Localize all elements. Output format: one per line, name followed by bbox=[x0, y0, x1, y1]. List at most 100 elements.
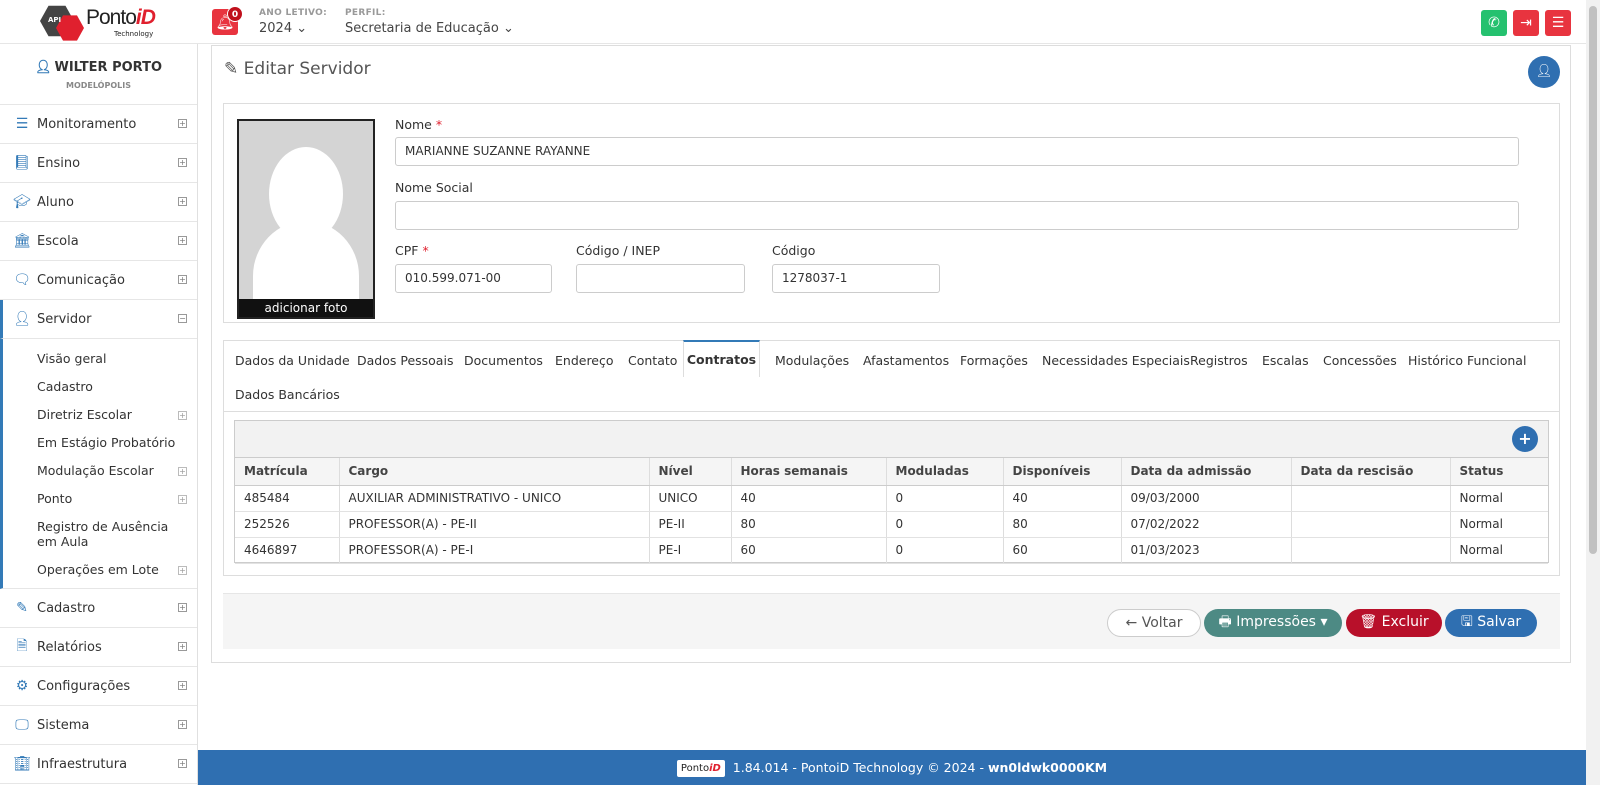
submenu-ponto[interactable]: Ponto + bbox=[3, 485, 197, 513]
footer-logo: PontoiD bbox=[676, 760, 725, 777]
personal-form: adicionar foto Nome * MARIANNE SUZANNE R… bbox=[223, 103, 1560, 323]
footer-bar: PontoiD 1.84.014 - PontoiD Technology © … bbox=[198, 750, 1586, 785]
floppy-disk-icon: 🖫︎ bbox=[1460, 614, 1473, 630]
plus-icon: + bbox=[1518, 429, 1532, 448]
col-nivel[interactable]: Nível bbox=[649, 458, 732, 486]
edit-panel: ✎ Editar Servidor 👤︎ adicionar foto Nome… bbox=[211, 45, 1571, 663]
sidebar-item-escola[interactable]: 🏛︎ Escola + bbox=[0, 222, 197, 261]
sidebar-item-infraestrutura[interactable]: 🏢︎ Infraestrutura + bbox=[0, 745, 197, 784]
submenu-registro-ausencia[interactable]: Registro de Ausência em Aula bbox=[3, 513, 197, 556]
add-photo-caption: adicionar foto bbox=[239, 299, 373, 317]
codigo-field[interactable]: 1278037-1 bbox=[772, 264, 940, 293]
tab-endereco[interactable]: Endereço bbox=[555, 353, 614, 368]
cell-disponiveis: 80 bbox=[1003, 511, 1122, 538]
sidebar-item-relatorios[interactable]: 🗎︎ Relatórios + bbox=[0, 628, 197, 667]
graduation-cap-icon: 🎓︎ bbox=[13, 194, 31, 210]
profile-select[interactable]: Secretaria de Educação ⌄ bbox=[345, 21, 514, 36]
scrollbar-thumb[interactable] bbox=[1589, 6, 1597, 554]
cell-matricula: 485484 bbox=[235, 485, 340, 512]
year-select[interactable]: 2024 ⌄ bbox=[259, 21, 307, 36]
cpf-field[interactable]: 010.599.071-00 bbox=[395, 264, 552, 293]
chevron-down-icon: ⌄ bbox=[502, 21, 514, 36]
cell-horas: 60 bbox=[731, 537, 887, 564]
cell-status: Normal bbox=[1450, 511, 1548, 538]
col-data-rescisao[interactable]: Data da rescisão bbox=[1291, 458, 1451, 486]
tab-dados-bancarios[interactable]: Dados Bancários bbox=[235, 387, 340, 402]
printer-icon: 🖶︎ bbox=[1218, 614, 1232, 630]
table-row[interactable]: 485484 AUXILIAR ADMINISTRATIVO - UNICO U… bbox=[235, 485, 1548, 512]
gear-icon: ⚙︎ bbox=[15, 678, 29, 694]
menu-button[interactable]: ☰ bbox=[1545, 10, 1571, 36]
tab-documentos[interactable]: Documentos bbox=[464, 353, 543, 368]
logo-brand: PontoiD bbox=[86, 6, 156, 29]
table-row[interactable]: 252526 PROFESSOR(A) - PE-II PE-II 80 0 8… bbox=[235, 511, 1548, 538]
table-row[interactable]: 4646897 PROFESSOR(A) - PE-I PE-I 60 0 60… bbox=[235, 537, 1548, 564]
whatsapp-icon: ✆ bbox=[1488, 15, 1500, 31]
sidebar-item-ensino[interactable]: 📘︎ Ensino + bbox=[0, 144, 197, 183]
expand-icon: + bbox=[178, 642, 187, 651]
sidebar-item-cadastro[interactable]: ✎ Cadastro + bbox=[0, 589, 197, 628]
logout-button[interactable]: ⇥ bbox=[1513, 10, 1539, 36]
tab-concessoes[interactable]: Concessões bbox=[1323, 353, 1397, 368]
col-status[interactable]: Status bbox=[1450, 458, 1548, 486]
tab-contratos[interactable]: Contratos bbox=[683, 340, 760, 377]
col-moduladas[interactable]: Moduladas bbox=[886, 458, 1004, 486]
cell-horas: 80 bbox=[731, 511, 887, 538]
sliders-icon: ☰ bbox=[15, 116, 29, 132]
submenu-estagio-probatorio[interactable]: Em Estágio Probatório bbox=[3, 429, 197, 457]
user-icon: 👤︎ bbox=[1535, 64, 1553, 79]
sidebar-item-servidor[interactable]: 👤︎ Servidor − bbox=[0, 300, 197, 339]
tab-formacoes[interactable]: Formações bbox=[960, 353, 1028, 368]
chevron-down-icon: ⌄ bbox=[296, 21, 308, 36]
sidebar-item-configuracoes[interactable]: ⚙︎ Configurações + bbox=[0, 667, 197, 706]
page-scrollbar[interactable] bbox=[1586, 0, 1600, 785]
user-name[interactable]: 👤︎ WILTER PORTO bbox=[0, 60, 197, 75]
tab-dados-pessoais[interactable]: Dados Pessoais bbox=[357, 353, 453, 368]
user-profile-button[interactable]: 👤︎ bbox=[1528, 56, 1560, 88]
col-horas-semanais[interactable]: Horas semanais bbox=[731, 458, 887, 486]
save-button[interactable]: 🖫︎ Salvar bbox=[1445, 609, 1537, 637]
year-label: ANO LETIVO: bbox=[259, 8, 328, 18]
sidebar-item-monitoramento[interactable]: ☰ Monitoramento + bbox=[0, 105, 197, 144]
tab-dados-unidade[interactable]: Dados da Unidade bbox=[235, 353, 350, 368]
print-button[interactable]: 🖶︎ Impressões ▾ bbox=[1204, 609, 1342, 637]
photo-upload[interactable]: adicionar foto bbox=[237, 119, 375, 319]
delete-button[interactable]: 🗑︎ Excluir bbox=[1346, 609, 1442, 637]
submenu-modulacao-escolar[interactable]: Modulação Escolar + bbox=[3, 457, 197, 485]
back-button[interactable]: ← Voltar bbox=[1107, 609, 1201, 637]
whatsapp-button[interactable]: ✆ bbox=[1481, 10, 1507, 36]
ponto-id-logo[interactable]: API PontoiD Technology bbox=[36, 0, 160, 43]
sidebar-item-comunicacao[interactable]: 🗨︎ Comunicação + bbox=[0, 261, 197, 300]
nome-label: Nome * bbox=[395, 117, 443, 132]
tab-contato[interactable]: Contato bbox=[628, 353, 677, 368]
sidebar-item-aluno[interactable]: 🎓︎ Aluno + bbox=[0, 183, 197, 222]
bank-icon: 🏛︎ bbox=[13, 233, 31, 249]
cell-status: Normal bbox=[1450, 537, 1548, 564]
submenu-operacoes-lote[interactable]: Operações em Lote + bbox=[3, 556, 197, 584]
sidebar: 👤︎ WILTER PORTO MODELÓPOLIS ☰ Monitorament… bbox=[0, 44, 198, 785]
tab-registros[interactable]: Registros bbox=[1190, 353, 1248, 368]
col-cargo[interactable]: Cargo bbox=[339, 458, 650, 486]
expand-icon: + bbox=[178, 681, 187, 690]
tab-escalas[interactable]: Escalas bbox=[1262, 353, 1309, 368]
submenu-cadastro[interactable]: Cadastro bbox=[3, 373, 197, 401]
nome-social-field[interactable] bbox=[395, 201, 1519, 230]
file-icon: 🗎︎ bbox=[16, 638, 28, 654]
inep-field[interactable] bbox=[576, 264, 745, 293]
tab-modulacoes[interactable]: Modulações bbox=[775, 353, 849, 368]
submenu-diretriz-escolar[interactable]: Diretriz Escolar + bbox=[3, 401, 197, 429]
tab-afastamentos[interactable]: Afastamentos bbox=[863, 353, 949, 368]
submenu-visao-geral[interactable]: Visão geral bbox=[3, 345, 197, 373]
tab-historico-funcional[interactable]: Histórico Funcional bbox=[1408, 353, 1526, 368]
col-matricula[interactable]: Matrícula bbox=[235, 458, 340, 486]
cell-matricula: 4646897 bbox=[235, 537, 340, 564]
arrow-left-icon: ← bbox=[1125, 615, 1138, 631]
sign-out-icon: ⇥ bbox=[1520, 15, 1532, 31]
col-disponiveis[interactable]: Disponíveis bbox=[1003, 458, 1122, 486]
col-data-admissao[interactable]: Data da admissão bbox=[1121, 458, 1292, 486]
nome-field[interactable]: MARIANNE SUZANNE RAYANNE bbox=[395, 137, 1519, 166]
tab-necessidades-especiais[interactable]: Necessidades Especiais bbox=[1042, 353, 1190, 368]
add-contract-button[interactable]: + bbox=[1512, 426, 1538, 452]
sidebar-item-sistema[interactable]: 🖵︎ Sistema + bbox=[0, 706, 197, 745]
expand-icon: + bbox=[178, 411, 187, 420]
